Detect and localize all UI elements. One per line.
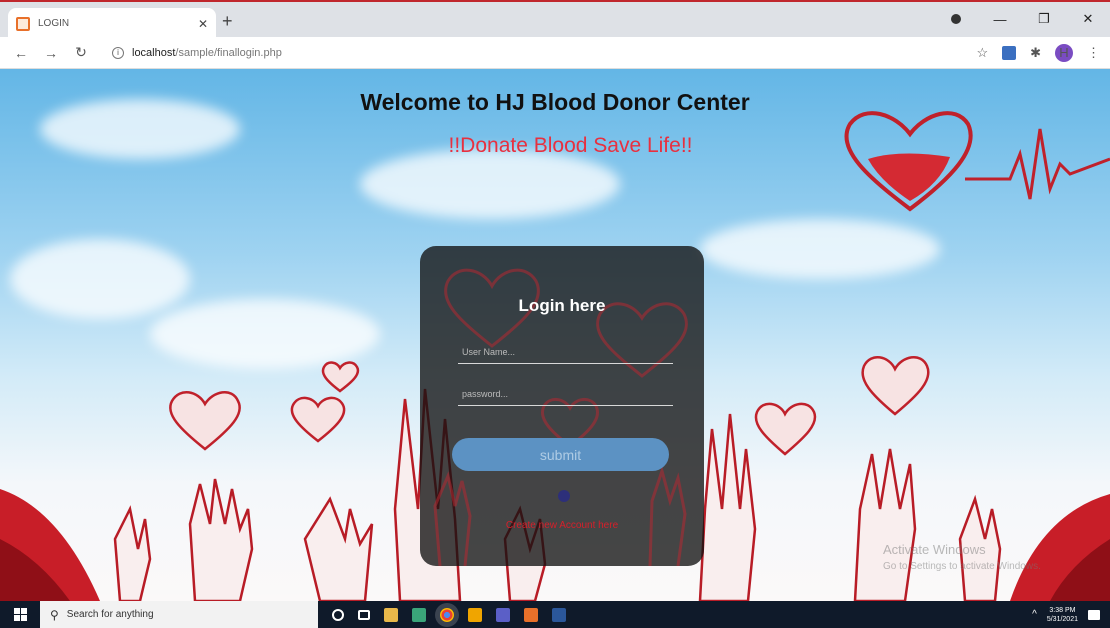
browser-toolbar: ← → ↻ i localhost /sample/finallogin.php…: [0, 37, 1110, 69]
back-icon[interactable]: ←: [10, 45, 32, 61]
clock-time: 3:38 PM: [1049, 606, 1076, 614]
taskbar-apps: [332, 607, 566, 622]
windows-taskbar: ⚲ Search for anything ^ 3:38 PM 5/31/202…: [0, 601, 1110, 628]
forward-icon[interactable]: →: [40, 45, 62, 61]
watermark-title: Activate Windows: [883, 542, 986, 557]
taskbar-search-placeholder: Search for anything: [66, 609, 154, 620]
more-menu-icon[interactable]: ⋮: [1087, 45, 1100, 61]
chrome-icon[interactable]: [440, 607, 454, 622]
bookmark-star-icon[interactable]: ☆: [976, 45, 988, 61]
url-host: localhost: [132, 46, 176, 59]
extension-icon[interactable]: [1002, 45, 1017, 60]
notification-icon[interactable]: [1088, 609, 1100, 620]
page-subtitle: !!Donate Blood Save Life!!: [448, 134, 693, 157]
page-viewport: Welcome to HJ Blood Donor Center !!Donat…: [0, 69, 1110, 601]
search-icon: ⚲: [50, 607, 59, 622]
site-info-icon[interactable]: i: [112, 46, 124, 59]
close-tab-icon[interactable]: ✕: [198, 17, 208, 31]
clock-date: 5/31/2021: [1046, 615, 1078, 623]
cortana-icon[interactable]: [332, 608, 344, 621]
extensions-puzzle-icon[interactable]: ✱: [1030, 45, 1041, 61]
app-icon[interactable]: [412, 607, 426, 622]
teams-icon[interactable]: [496, 607, 510, 622]
taskbar-clock[interactable]: 3:38 PM 5/31/2021: [1047, 606, 1078, 624]
login-heading: Login here: [518, 296, 606, 315]
window-controls: — ❐ ✕: [934, 4, 1110, 34]
browser-tab-strip: LOGIN ✕ + — ❐ ✕: [0, 0, 1110, 39]
system-tray: ^ 3:38 PM 5/31/2021: [1032, 606, 1110, 624]
close-window-icon[interactable]: ✕: [1066, 11, 1110, 27]
new-tab-icon[interactable]: +: [222, 11, 233, 32]
page-title: Welcome to HJ Blood Donor Center: [360, 89, 750, 115]
submit-button[interactable]: submit: [452, 438, 669, 471]
tab-title: LOGIN: [38, 18, 70, 29]
file-explorer-icon[interactable]: [384, 607, 398, 622]
word-icon[interactable]: [552, 607, 566, 622]
watermark-subtitle: Go to Settings to activate Windows.: [883, 561, 1041, 572]
windows-logo-icon: [13, 608, 27, 621]
activate-windows-watermark: Activate Windows Go to Settings to activ…: [883, 541, 1041, 575]
tray-chevron-icon[interactable]: ^: [1032, 609, 1037, 620]
username-input[interactable]: [458, 340, 673, 364]
start-button[interactable]: [0, 608, 40, 621]
app-icon[interactable]: [524, 607, 538, 622]
login-card: Login here submit Create new Account her…: [420, 246, 704, 566]
restore-icon[interactable]: ❐: [1022, 11, 1066, 27]
reload-icon[interactable]: ↻: [70, 44, 92, 61]
url-path: /sample/finallogin.php: [175, 46, 282, 59]
task-view-icon[interactable]: [358, 609, 370, 620]
app-icon[interactable]: [468, 607, 482, 622]
login-card-background-art: [433, 268, 688, 566]
password-input[interactable]: [458, 382, 673, 406]
heart-logo-icon: [844, 111, 1110, 212]
address-bar[interactable]: i localhost /sample/finallogin.php: [104, 40, 974, 65]
minimize-icon[interactable]: —: [978, 12, 1022, 27]
page-favicon-icon: [16, 16, 30, 31]
browser-tab[interactable]: LOGIN ✕: [8, 8, 216, 39]
create-account-link[interactable]: Create new Account here: [420, 520, 704, 531]
avatar[interactable]: H: [1055, 43, 1073, 62]
loading-dot-icon: [558, 490, 570, 502]
taskbar-search[interactable]: ⚲ Search for anything: [40, 601, 318, 628]
profile-indicator-icon[interactable]: [934, 12, 978, 27]
